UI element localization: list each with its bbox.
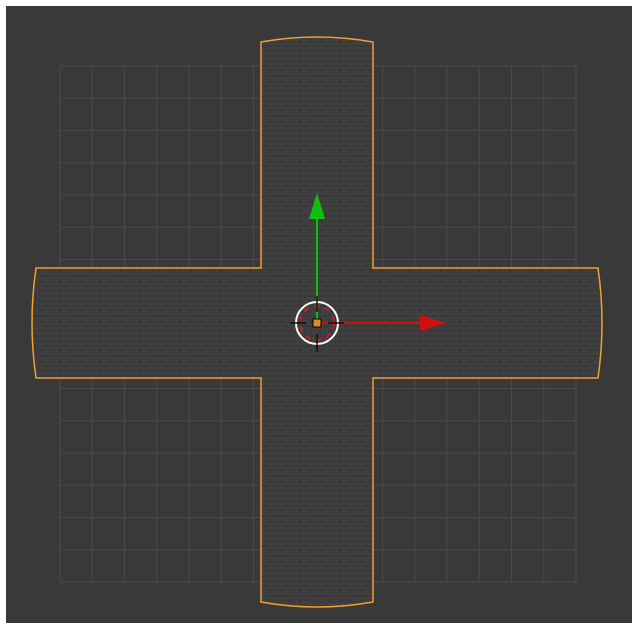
viewport-canvas[interactable] bbox=[6, 6, 632, 623]
screenshot-frame bbox=[0, 0, 638, 629]
object-origin[interactable] bbox=[312, 318, 322, 328]
3d-viewport[interactable] bbox=[6, 6, 632, 623]
